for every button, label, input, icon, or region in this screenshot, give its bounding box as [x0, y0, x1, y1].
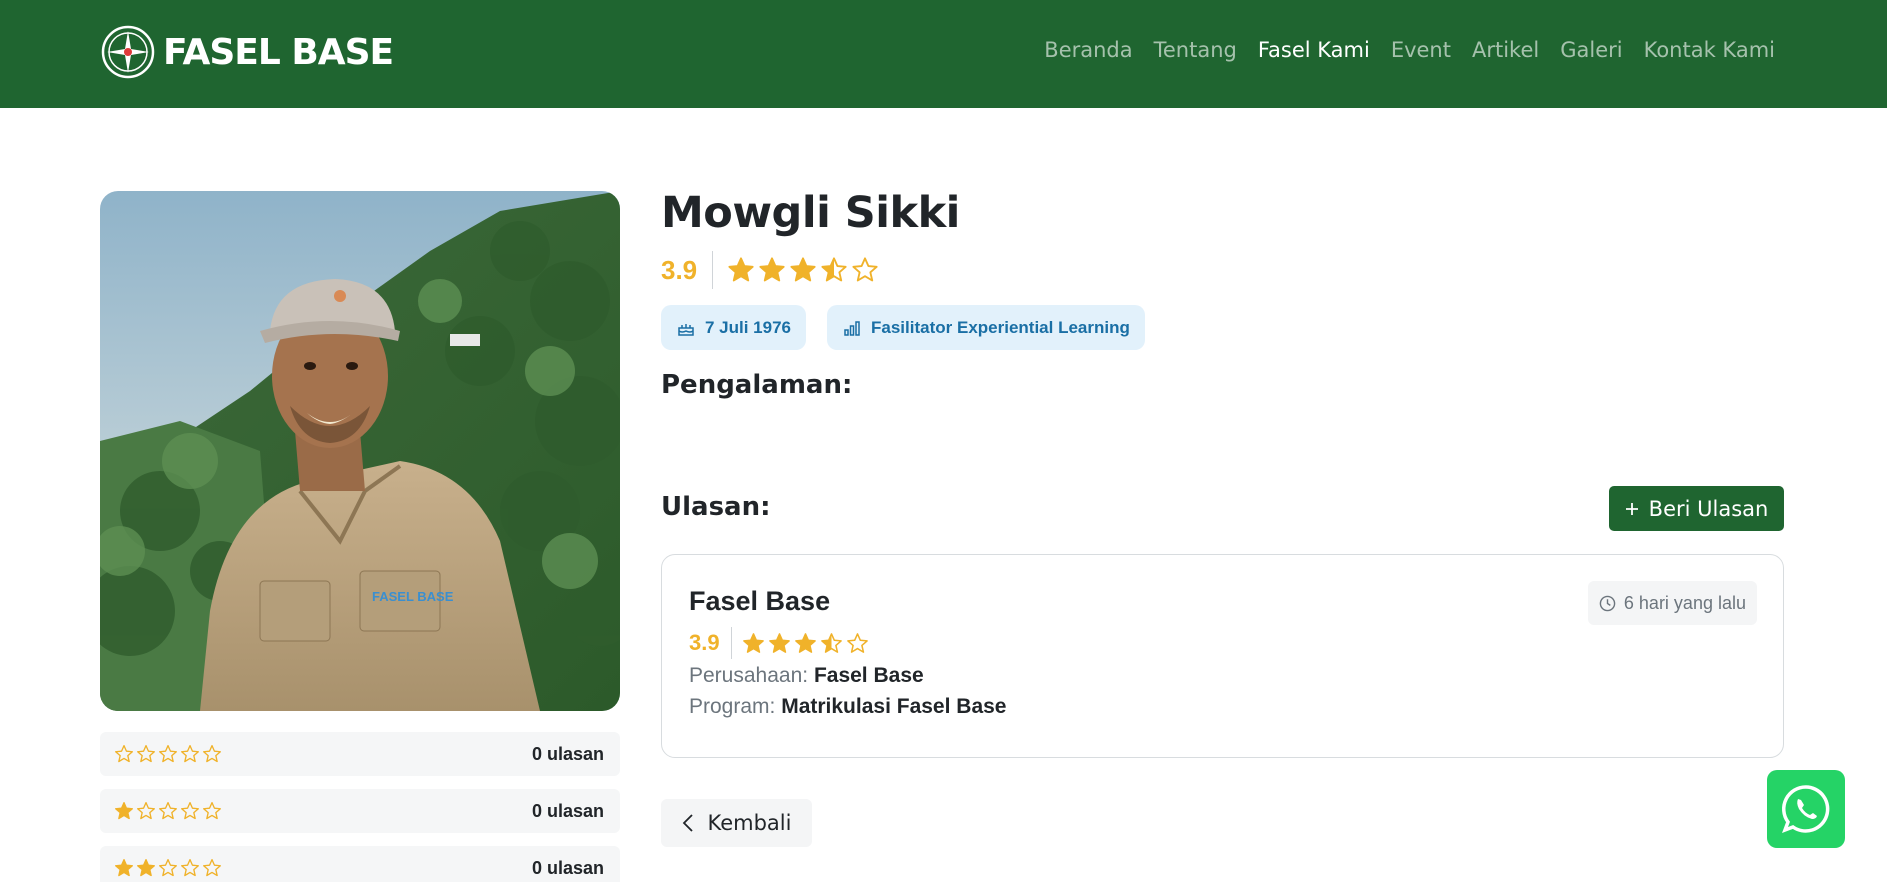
- main-nav: Beranda Tentang Fasel Kami Event Artikel Gale…: [1044, 38, 1775, 62]
- star-empty-icon: [159, 745, 177, 763]
- whatsapp-button[interactable]: [1767, 770, 1845, 848]
- review-rating-stars: [742, 632, 869, 655]
- star-empty-icon: [181, 802, 199, 820]
- review-program: Program: Matrikulasi Fasel Base: [689, 695, 1006, 719]
- star-empty-icon: [159, 802, 177, 820]
- star-filled-icon: [759, 257, 785, 282]
- star-filled-icon: [137, 859, 155, 877]
- star-half-icon: [821, 257, 847, 282]
- review-time: 6 hari yang lalu: [1623, 592, 1746, 613]
- star-filled-icon: [742, 632, 764, 653]
- nav-link-galeri[interactable]: Galeri: [1560, 38, 1622, 62]
- clock-icon: [1599, 595, 1616, 611]
- nav-link-tentang[interactable]: Tentang: [1154, 38, 1237, 62]
- review-program-label: Program:: [689, 695, 776, 718]
- distribution-stars: [114, 801, 222, 821]
- rating-value: 3.9: [661, 254, 698, 285]
- star-empty-icon: [137, 802, 155, 820]
- birthdate-text: 7 Juli 1976: [705, 317, 792, 337]
- star-empty-icon: [852, 257, 878, 282]
- nav-link-beranda[interactable]: Beranda: [1044, 38, 1132, 62]
- star-empty-icon: [115, 745, 133, 763]
- star-empty-icon: [203, 859, 221, 877]
- nav-link-artikel[interactable]: Artikel: [1472, 38, 1539, 62]
- distribution-row[interactable]: 0 ulasan: [100, 732, 620, 776]
- rating-divider: [712, 251, 714, 289]
- review-company-value: Fasel Base: [813, 664, 924, 687]
- bar-chart-icon: [844, 320, 860, 336]
- star-empty-icon: [203, 745, 221, 763]
- review-company: Perusahaan: Fasel Base: [689, 664, 924, 688]
- review-time-badge: 6 hari yang lalu: [1587, 581, 1757, 625]
- distribution-count: 0 ulasan: [531, 800, 604, 821]
- star-filled-icon: [728, 257, 754, 282]
- distribution-count: 0 ulasan: [531, 857, 604, 878]
- review-rating-value: 3.9: [689, 630, 720, 655]
- rating-distribution: 0 ulasan 0 ulasan 0 ulasan: [100, 732, 620, 882]
- distribution-row[interactable]: 0 ulasan: [100, 789, 620, 833]
- reviews-title: Ulasan:: [661, 492, 771, 522]
- brand-name: FASEL BASE: [163, 31, 394, 73]
- profile-badges: 7 Juli 1976 Fasilitator Experiential Lea…: [661, 305, 1145, 350]
- review-card: Fasel Base 6 hari yang lalu 3.9 Perusaha…: [661, 554, 1784, 758]
- rating-stars: [727, 256, 879, 284]
- review-company-label: Perusahaan:: [689, 664, 809, 687]
- plus-icon: [1625, 502, 1638, 515]
- cake-icon: [678, 323, 694, 336]
- experience-title: Pengalaman:: [661, 370, 853, 400]
- compass-icon: [101, 25, 155, 79]
- add-review-button[interactable]: Beri Ulasan: [1609, 486, 1784, 531]
- nav-link-event[interactable]: Event: [1391, 38, 1451, 62]
- distribution-row[interactable]: 0 ulasan: [100, 846, 620, 882]
- distribution-count: 0 ulasan: [531, 743, 604, 764]
- navbar: FASEL BASE Beranda Tentang Fasel Kami Event…: [0, 0, 1887, 108]
- nav-link-kontak-kami[interactable]: Kontak Kami: [1644, 38, 1775, 62]
- star-empty-icon: [137, 745, 155, 763]
- star-empty-icon: [181, 745, 199, 763]
- nav-link-fasel-kami[interactable]: Fasel Kami: [1258, 38, 1370, 62]
- star-filled-icon: [115, 802, 133, 820]
- profile-rating: 3.9: [661, 251, 879, 289]
- star-filled-icon: [794, 632, 816, 653]
- star-empty-icon: [181, 859, 199, 877]
- shirt-logo: FASEL BASE: [372, 589, 454, 604]
- star-empty-icon: [846, 632, 868, 653]
- star-empty-icon: [159, 859, 177, 877]
- profile-photo: FASEL BASE: [100, 191, 620, 711]
- birthdate-badge: 7 Juli 1976: [661, 305, 807, 350]
- review-author: Fasel Base: [689, 586, 831, 616]
- review-program-value: Matrikulasi Fasel Base: [781, 695, 1007, 718]
- star-empty-icon: [203, 802, 221, 820]
- back-label: Kembali: [707, 811, 792, 835]
- star-filled-icon: [790, 257, 816, 282]
- whatsapp-icon: [1782, 785, 1830, 833]
- star-filled-icon: [768, 632, 790, 653]
- profile-name: Mowgli Sikki: [661, 188, 960, 238]
- role-badge: Fasilitator Experiential Learning: [827, 305, 1145, 350]
- review-rating-divider: [730, 627, 732, 659]
- add-review-label: Beri Ulasan: [1648, 496, 1769, 521]
- role-text: Fasilitator Experiential Learning: [871, 317, 1130, 337]
- review-rating: 3.9: [689, 627, 869, 659]
- back-button[interactable]: Kembali: [661, 799, 812, 847]
- star-half-icon: [820, 632, 842, 653]
- distribution-stars: [114, 858, 222, 878]
- brand[interactable]: FASEL BASE: [101, 24, 394, 80]
- chevron-left-icon: [682, 814, 693, 832]
- star-filled-icon: [115, 859, 133, 877]
- distribution-stars: [114, 744, 222, 764]
